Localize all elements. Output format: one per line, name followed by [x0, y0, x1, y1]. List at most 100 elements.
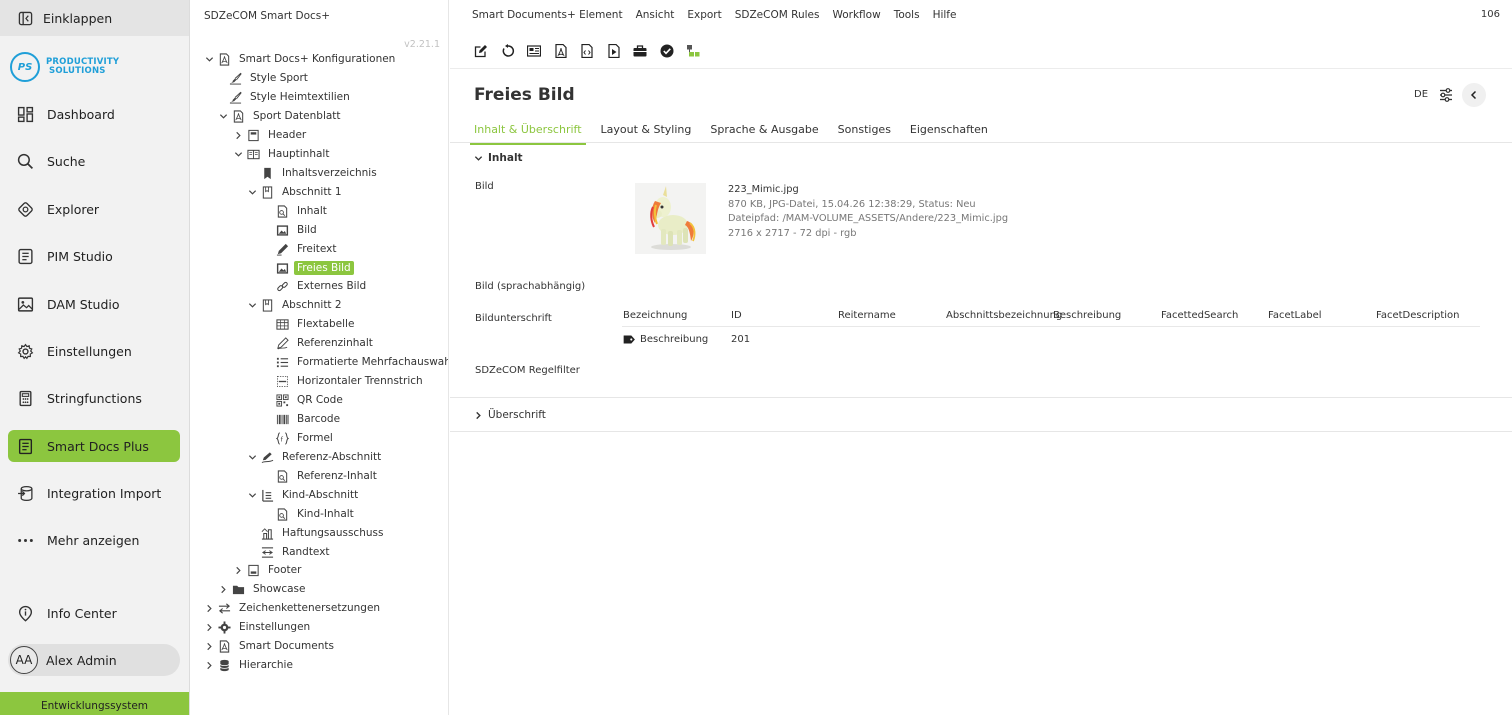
- nav-item-integration-import[interactable]: Integration Import: [8, 477, 180, 509]
- chevron-right-icon[interactable]: [233, 565, 243, 575]
- code-file-icon[interactable]: [578, 42, 596, 60]
- menu-item[interactable]: Export: [687, 9, 721, 21]
- tab-eigenschaften[interactable]: Eigenschaften: [906, 118, 992, 145]
- user-menu[interactable]: AA Alex Admin: [8, 644, 180, 676]
- check-circle-icon[interactable]: [658, 42, 676, 60]
- edit-icon[interactable]: [472, 42, 490, 60]
- nav-item-stringfunctions[interactable]: Stringfunctions: [8, 382, 180, 414]
- tree-node-label: Referenzinhalt: [297, 337, 373, 349]
- tree-node[interactable]: Footer: [233, 561, 304, 579]
- nav-item-smart-docs-plus[interactable]: Smart Docs Plus: [8, 430, 180, 462]
- chevron-right-icon[interactable]: [233, 130, 243, 140]
- tree-node[interactable]: Flextabelle: [276, 315, 357, 333]
- sliders-icon[interactable]: [1438, 87, 1454, 103]
- chevron-right-icon[interactable]: [204, 622, 214, 632]
- chevron-down-icon[interactable]: [247, 300, 257, 310]
- briefcase-icon[interactable]: [631, 42, 649, 60]
- nav-item-dam-studio[interactable]: DAM Studio: [8, 288, 180, 320]
- tree-node[interactable]: Inhaltsverzeichnis: [261, 164, 380, 182]
- tab-inhalt-ueberschrift[interactable]: Inhalt & Überschrift: [470, 118, 586, 145]
- section-divider: [450, 397, 1512, 398]
- tree-node[interactable]: Horizontaler Trennstrich: [276, 372, 426, 390]
- tree-node[interactable]: Kind-Abschnitt: [247, 486, 361, 504]
- tree-node[interactable]: Hauptinhalt: [233, 145, 332, 163]
- cell-id: 201: [731, 334, 751, 345]
- menu-item[interactable]: Workflow: [832, 9, 880, 21]
- chevron-down-icon[interactable]: [247, 187, 257, 197]
- image-thumbnail[interactable]: [635, 183, 706, 254]
- chevron-down-icon[interactable]: [218, 111, 228, 121]
- tree-node[interactable]: Sport Datenblatt: [218, 107, 344, 125]
- chevron-down-icon[interactable]: [233, 149, 243, 159]
- tree-node[interactable]: Kind-Inhalt: [276, 505, 357, 523]
- tree-node[interactable]: Barcode: [276, 410, 343, 428]
- tree-node[interactable]: QR Code: [276, 391, 346, 409]
- search-icon: [16, 152, 34, 170]
- nav-item-mehr-anzeigen[interactable]: Mehr anzeigen: [8, 524, 180, 556]
- brush-icon: [229, 91, 242, 104]
- tab-layout-styling[interactable]: Layout & Styling: [597, 118, 696, 145]
- pony-figure-image: [635, 183, 706, 254]
- tree-node-label: Style Heimtextilien: [250, 91, 350, 103]
- reload-icon[interactable]: [499, 42, 517, 60]
- chevron-down-icon[interactable]: [204, 54, 214, 64]
- menu-item[interactable]: SDZeCOM Rules: [735, 9, 820, 21]
- nav-label: Smart Docs Plus: [47, 438, 149, 454]
- tree-node[interactable]: Freitext: [276, 240, 339, 258]
- table-header: ID: [731, 310, 742, 321]
- nav-item-einstellungen[interactable]: Einstellungen: [8, 335, 180, 367]
- pdf-icon[interactable]: [552, 42, 570, 60]
- language-selector[interactable]: DE: [1414, 89, 1428, 100]
- section-header-ueberschrift[interactable]: Überschrift: [474, 409, 546, 421]
- menu-item[interactable]: Tools: [894, 9, 920, 21]
- tree-node[interactable]: Inhalt: [276, 202, 330, 220]
- tree-node[interactable]: Showcase: [218, 580, 308, 598]
- nav-label: Info Center: [47, 605, 117, 621]
- tree-node[interactable]: Style Sport: [229, 69, 311, 87]
- tree-node[interactable]: f Formel: [276, 429, 336, 447]
- preview-icon[interactable]: [525, 42, 543, 60]
- collapse-label: Einklappen: [43, 10, 113, 26]
- tree-node[interactable]: Style Heimtextilien: [229, 88, 353, 106]
- tree-node[interactable]: Hierarchie: [204, 656, 296, 674]
- tree-node[interactable]: Referenzinhalt: [276, 334, 376, 352]
- tree-node[interactable]: Smart Documents: [204, 637, 337, 655]
- tab-sprache-ausgabe[interactable]: Sprache & Ausgabe: [706, 118, 822, 145]
- tree-node[interactable]: Header: [233, 126, 309, 144]
- tree-node[interactable]: Externes Bild: [276, 277, 369, 295]
- tree-node[interactable]: Bild: [276, 221, 320, 239]
- nav-item-pim-studio[interactable]: PIM Studio: [8, 240, 180, 272]
- tree-node[interactable]: Einstellungen: [204, 618, 313, 636]
- tree-node[interactable]: Formatierte Mehrfachauswahl: [276, 353, 448, 371]
- menu-item[interactable]: Smart Documents+ Element: [472, 9, 623, 21]
- tree-node[interactable]: Referenz-Abschnitt: [247, 448, 384, 466]
- tree-node[interactable]: Abschnitt 2: [247, 296, 345, 314]
- chevron-right-icon[interactable]: [204, 641, 214, 651]
- tree-node[interactable]: Zeichenkettenersetzungen: [204, 599, 383, 617]
- menu-item[interactable]: Ansicht: [636, 9, 675, 21]
- menu-item[interactable]: Hilfe: [933, 9, 957, 21]
- back-button[interactable]: [1462, 83, 1486, 107]
- tree-node[interactable]: Haftungsausschuss: [261, 524, 386, 542]
- tree-node[interactable]: Randtext: [261, 543, 333, 561]
- export-file-icon[interactable]: [605, 42, 623, 60]
- chevron-right-icon[interactable]: [204, 603, 214, 613]
- tree-node[interactable]: Referenz-Inhalt: [276, 467, 380, 485]
- section-header-inhalt[interactable]: Inhalt: [474, 152, 523, 164]
- nav-item-explorer[interactable]: Explorer: [8, 193, 180, 225]
- tree-node[interactable]: Abschnitt 1: [247, 183, 345, 201]
- nav-item-info-center[interactable]: Info Center: [8, 597, 180, 629]
- hierarchy-icon[interactable]: [684, 42, 702, 60]
- chevron-right-icon[interactable]: [218, 584, 228, 594]
- chevron-down-icon[interactable]: [247, 452, 257, 462]
- nav-item-suche[interactable]: Suche: [8, 145, 180, 177]
- tab-sonstiges[interactable]: Sonstiges: [834, 118, 895, 145]
- tree-node-selected[interactable]: Freies Bild: [276, 259, 354, 277]
- tree-node[interactable]: Smart Docs+ Konfigurationen: [204, 50, 398, 68]
- chevron-down-icon[interactable]: [247, 490, 257, 500]
- chevron-right-icon[interactable]: [204, 660, 214, 670]
- tree-node-label: Referenz-Abschnitt: [282, 451, 382, 463]
- collapse-button[interactable]: Einklappen: [0, 0, 189, 36]
- table-row[interactable]: Beschreibung: [623, 334, 708, 345]
- nav-item-dashboard[interactable]: Dashboard: [8, 98, 180, 130]
